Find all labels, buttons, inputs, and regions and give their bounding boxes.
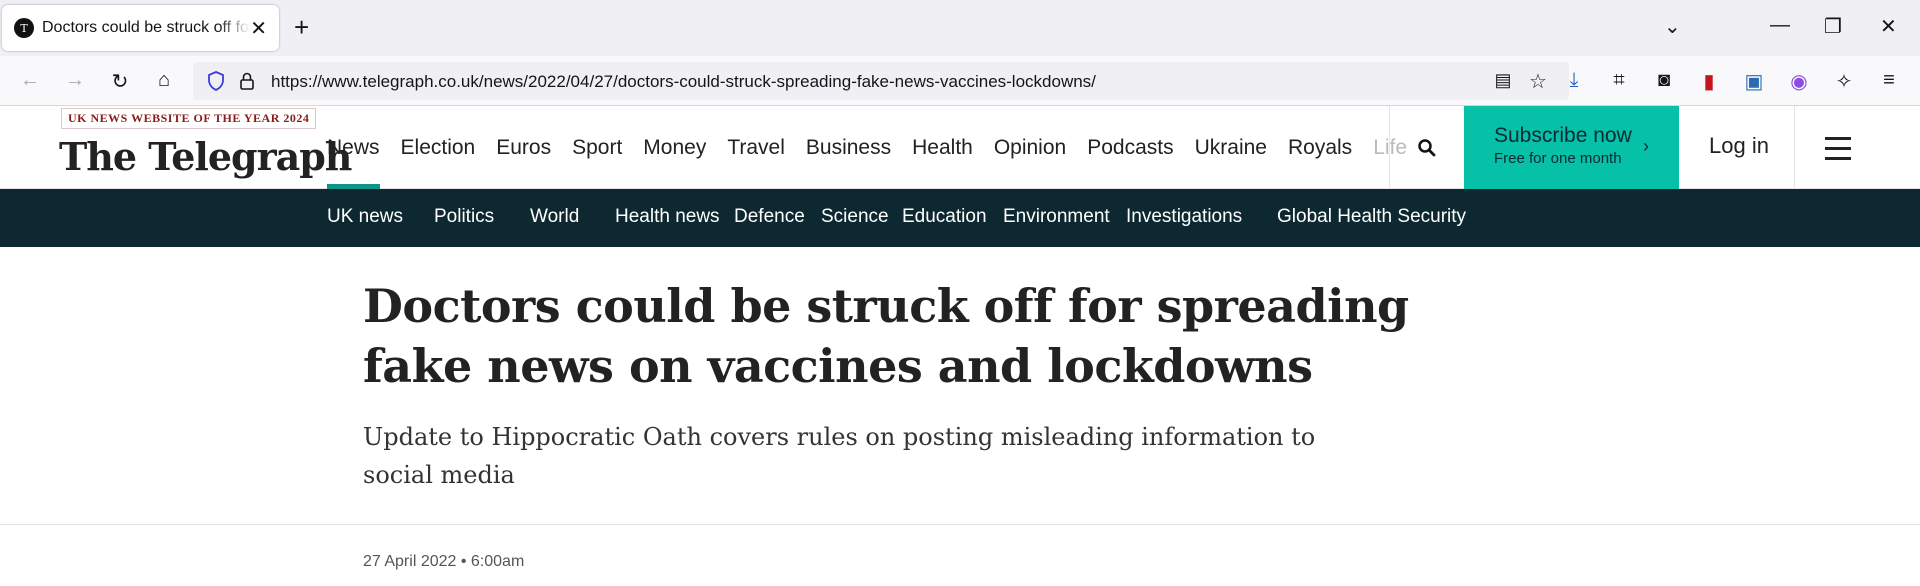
article-date: 27 April 2022 • 6:00am	[363, 553, 525, 570]
screenshot-camera-icon[interactable]: ◙	[1652, 69, 1676, 92]
hamburger-menu-icon[interactable]	[1825, 137, 1851, 167]
article-standfirst: Update to Hippocratic Oath covers rules …	[363, 423, 1316, 489]
subnav-health-news[interactable]: Health news	[615, 206, 720, 228]
nav-ukraine[interactable]: Ukraine	[1195, 106, 1267, 189]
subnav-uk-news[interactable]: UK news	[327, 206, 403, 228]
subscribe-button[interactable]: Subscribe now Free for one month ›	[1464, 106, 1679, 189]
subnav-politics[interactable]: Politics	[434, 206, 494, 228]
bookmark-star-icon[interactable]: ☆	[1526, 69, 1550, 94]
nav-opinion[interactable]: Opinion	[994, 106, 1066, 189]
subnav-investigations[interactable]: Investigations	[1126, 206, 1242, 228]
new-tab-icon[interactable]: +	[294, 13, 309, 41]
subnav-education[interactable]: Education	[902, 206, 987, 228]
login-link[interactable]: Log in	[1709, 133, 1769, 159]
subnav-global-health-security[interactable]: Global Health Security	[1277, 206, 1466, 228]
main-nav: News Election Euros Sport Money Travel B…	[327, 106, 1428, 189]
search-icon	[1418, 138, 1436, 156]
nav-business[interactable]: Business	[806, 106, 891, 189]
downloads-icon[interactable]: ⤓	[1562, 69, 1586, 92]
pdf-extension-icon[interactable]: ▮	[1697, 69, 1721, 94]
nav-podcasts[interactable]: Podcasts	[1087, 106, 1173, 189]
nav-news[interactable]: News	[327, 106, 380, 189]
url-bar[interactable]: https://www.telegraph.co.uk/news/2022/04…	[193, 62, 1569, 100]
minimize-icon[interactable]: —	[1770, 14, 1790, 37]
browser-navbar: ← → ↻ ⌂ https://www.telegraph.co.uk/news…	[0, 56, 1920, 106]
subnav-science[interactable]: Science	[821, 206, 889, 228]
subnav-defence[interactable]: Defence	[734, 206, 805, 228]
back-icon[interactable]: ←	[18, 69, 42, 92]
reader-view-icon[interactable]: ▤	[1491, 70, 1515, 91]
nav-travel[interactable]: Travel	[727, 106, 785, 189]
tracking-shield-icon[interactable]	[207, 71, 225, 91]
chevron-right-icon: ›	[1643, 136, 1649, 156]
forward-icon[interactable]: →	[63, 69, 87, 92]
home-icon[interactable]: ⌂	[152, 69, 176, 92]
crop-icon[interactable]: ⌗	[1607, 69, 1631, 92]
nav-money[interactable]: Money	[643, 106, 706, 189]
nav-sport[interactable]: Sport	[572, 106, 622, 189]
list-tabs-icon[interactable]: ⌄	[1664, 14, 1681, 39]
subnav-environment[interactable]: Environment	[1003, 206, 1110, 228]
restore-icon[interactable]: ❐	[1824, 14, 1842, 39]
nav-royals[interactable]: Royals	[1288, 106, 1352, 189]
article-headline: Doctors could be struck off for spreadin…	[363, 279, 1409, 393]
reload-icon[interactable]: ↻	[108, 69, 132, 94]
close-tab-icon[interactable]: ✕	[250, 16, 267, 41]
telegraph-logo[interactable]: The Telegraph	[59, 134, 352, 179]
subnav-world[interactable]: World	[530, 206, 579, 228]
s-extension-icon[interactable]: ▣	[1742, 69, 1766, 94]
extensions-puzzle-icon[interactable]: ✧	[1832, 69, 1856, 94]
nav-euros[interactable]: Euros	[496, 106, 551, 189]
nav-election[interactable]: Election	[401, 106, 476, 189]
divider	[1794, 106, 1795, 189]
award-badge: UK NEWS WEBSITE OF THE YEAR 2024	[61, 108, 317, 129]
color-extension-icon[interactable]: ◉	[1787, 69, 1811, 94]
nav-health[interactable]: Health	[912, 106, 973, 189]
browser-tabstrip: T Doctors could be struck off for spread…	[0, 0, 1920, 56]
browser-tab[interactable]: T Doctors could be struck off for spread…	[2, 5, 279, 51]
search-button[interactable]	[1390, 106, 1464, 189]
url-text: https://www.telegraph.co.uk/news/2022/04…	[271, 72, 1096, 91]
tab-title: Doctors could be struck off for spreadin…	[42, 19, 250, 36]
telegraph-favicon-icon: T	[14, 18, 34, 38]
app-menu-icon[interactable]: ≡	[1877, 69, 1901, 92]
divider	[0, 524, 1920, 525]
section-subnav: UK news Politics World Health news Defen…	[0, 189, 1920, 247]
site-header: UK NEWS WEBSITE OF THE YEAR 2024 The Tel…	[0, 106, 1920, 189]
lock-icon[interactable]	[239, 71, 255, 91]
subscribe-subtitle: Free for one month	[1494, 150, 1622, 167]
close-window-icon[interactable]: ✕	[1880, 14, 1897, 39]
subscribe-title: Subscribe now	[1494, 124, 1632, 147]
